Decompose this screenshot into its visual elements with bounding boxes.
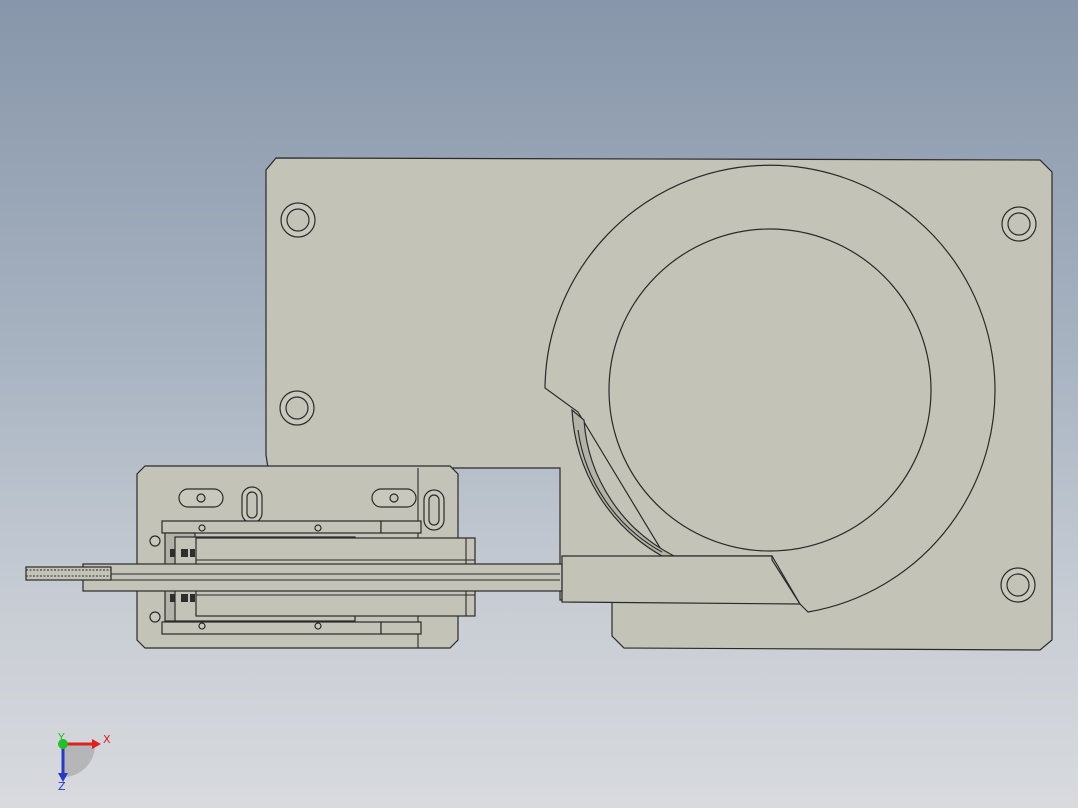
- linear-guide-lower[interactable]: [161, 621, 382, 635]
- cad-graphics-viewport[interactable]: X Y Z: [0, 0, 1078, 808]
- plate-mounting-hole-mid-left: [279, 390, 315, 426]
- carriage-slot-left-bolt: [196, 493, 206, 503]
- carriage-slot-vertical-right-inner: [428, 494, 440, 526]
- triad-z-label: Z: [58, 780, 66, 793]
- plate-mounting-hole-top-right: [1001, 206, 1037, 242]
- cad-model-drawing[interactable]: X Y Z: [0, 0, 1078, 808]
- threaded-rod-end[interactable]: [25, 566, 112, 581]
- linear-guide-lower-end: [380, 621, 422, 635]
- triad-x-arrow: [92, 739, 101, 749]
- linear-guide-upper[interactable]: [161, 520, 382, 534]
- plate-mounting-hole-bottom-right: [1000, 567, 1036, 603]
- guide-screw: [314, 622, 322, 630]
- carriage-slot-vertical-left-inner: [246, 491, 258, 519]
- carriage-small-hole-upper: [149, 535, 161, 547]
- plate-mounting-hole-top-left: [280, 202, 316, 238]
- linear-guide-upper-end: [380, 520, 422, 534]
- forearm-link[interactable]: [561, 555, 802, 605]
- guide-screw: [314, 524, 322, 532]
- carriage-small-hole-lower: [149, 611, 161, 623]
- guide-screw: [198, 524, 206, 532]
- extension-rod[interactable]: [82, 563, 564, 592]
- triad-shadow-arc: [63, 745, 95, 777]
- carriage-slot-right-bolt: [389, 493, 399, 503]
- guide-screw: [198, 622, 206, 630]
- triad-x-label: X: [103, 733, 111, 746]
- view-orientation-triad[interactable]: X Y Z: [57, 731, 111, 793]
- triad-y-label: Y: [57, 731, 65, 744]
- rotary-joint-inner-disk[interactable]: [608, 228, 932, 552]
